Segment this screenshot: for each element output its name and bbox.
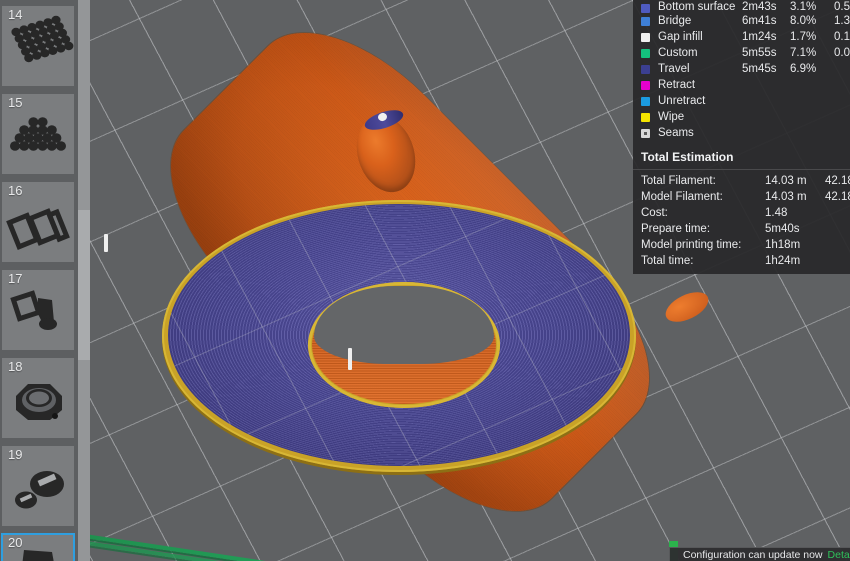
legend-feature-name: Custom bbox=[658, 47, 698, 59]
estimation-value-primary: 5m40s bbox=[765, 223, 800, 235]
estimation-label: Cost: bbox=[641, 207, 668, 219]
legend-feature-name: Unretract bbox=[658, 95, 706, 107]
legend-feature-percent: 3.1% bbox=[790, 1, 817, 13]
configuration-update-toast[interactable]: Configuration can update now Deta bbox=[669, 547, 850, 561]
legend-color-swatch bbox=[641, 32, 650, 42]
model-side-nub bbox=[661, 286, 713, 328]
legend-color-swatch bbox=[641, 64, 650, 74]
legend-color-swatch bbox=[641, 16, 650, 26]
seam-marker-left bbox=[104, 234, 108, 252]
thumbnail-item-18[interactable]: 18 bbox=[2, 358, 74, 438]
print-statistics-panel: Bottom surface 2m43s 3.1% 0.5 Bridge 6m41s 8.0… bbox=[633, 0, 850, 274]
thumbnail-number: 18 bbox=[8, 359, 23, 374]
thumbnail-item-16[interactable]: 16 bbox=[2, 182, 74, 262]
legend-color-swatch bbox=[641, 48, 650, 58]
estimation-row: Model Filament: 14.03 m 42.18 g bbox=[633, 189, 850, 205]
estimation-label: Model printing time: bbox=[641, 239, 742, 251]
sidebar-scrollbar-track[interactable] bbox=[78, 0, 90, 561]
legend-color-swatch bbox=[641, 4, 650, 13]
thumbnail-item-17[interactable]: 17 bbox=[2, 270, 74, 350]
legend-row[interactable]: Custom 5m55s 7.1% 0.02 bbox=[633, 45, 850, 61]
thumbnail-number: 14 bbox=[8, 7, 23, 22]
legend-feature-name: Retract bbox=[658, 79, 696, 91]
estimation-value-secondary: 42.18 g bbox=[825, 191, 850, 203]
estimation-value-primary: 1h24m bbox=[765, 255, 801, 267]
thumbnail-item-15[interactable]: 15 bbox=[2, 94, 74, 174]
legend-feature-extra: 0.17 bbox=[834, 31, 850, 43]
estimation-row: Model printing time: 1h18m bbox=[633, 237, 850, 253]
legend-row[interactable]: Gap infill 1m24s 1.7% 0.17 bbox=[633, 29, 850, 45]
center-hole-step bbox=[374, 346, 436, 362]
legend-feature-time: 5m45s bbox=[742, 63, 777, 75]
sidebar-scrollbar-thumb[interactable] bbox=[78, 210, 90, 360]
legend-color-swatch bbox=[641, 128, 650, 138]
legend-feature-percent: 1.7% bbox=[790, 31, 817, 43]
estimation-label: Prepare time: bbox=[641, 223, 711, 235]
legend-feature-time: 5m55s bbox=[742, 47, 777, 59]
estimation-row: Cost: 1.48 bbox=[633, 205, 850, 221]
legend-feature-percent: 6.9% bbox=[790, 63, 817, 75]
seam-marker-center bbox=[348, 348, 352, 370]
legend-feature-time: 1m24s bbox=[742, 31, 777, 43]
legend-feature-time: 2m43s bbox=[742, 1, 777, 13]
thumbnail-number: 19 bbox=[8, 447, 23, 462]
legend-row[interactable]: Unretract bbox=[633, 93, 850, 109]
feature-legend-list: Bottom surface 2m43s 3.1% 0.5 Bridge 6m41s 8.0… bbox=[633, 0, 850, 145]
legend-color-swatch bbox=[641, 96, 650, 106]
toast-details-link[interactable]: Deta bbox=[828, 549, 850, 561]
legend-feature-name: Wipe bbox=[658, 111, 685, 123]
estimation-value-primary: 14.03 m bbox=[765, 191, 807, 203]
slicer-preview-window: 14 15 16 17 18 19 20 Bottom surface 2m43… bbox=[0, 0, 850, 561]
legend-feature-time: 6m41s bbox=[742, 15, 777, 27]
estimation-value-secondary: 42.18 g bbox=[825, 175, 850, 187]
estimation-row: Total time: 1h24m bbox=[633, 253, 850, 269]
estimation-label: Model Filament: bbox=[641, 191, 723, 203]
thumbnail-item-14[interactable]: 14 bbox=[2, 6, 74, 86]
legend-row[interactable]: Seams bbox=[633, 125, 850, 141]
thumbnail-item-19[interactable]: 19 bbox=[2, 446, 74, 526]
legend-row[interactable]: Bottom surface 2m43s 3.1% 0.5 bbox=[633, 0, 850, 13]
estimation-value-primary: 1h18m bbox=[765, 239, 801, 251]
legend-color-swatch bbox=[641, 80, 650, 90]
legend-feature-percent: 7.1% bbox=[790, 47, 817, 59]
legend-feature-name: Seams bbox=[658, 127, 694, 139]
legend-feature-extra: 1.34 bbox=[834, 15, 850, 27]
legend-feature-name: Bridge bbox=[658, 15, 692, 27]
estimation-label: Total time: bbox=[641, 255, 694, 267]
legend-feature-name: Bottom surface bbox=[658, 1, 736, 13]
legend-row[interactable]: Retract bbox=[633, 77, 850, 93]
legend-row[interactable]: Wipe bbox=[633, 109, 850, 125]
thumbnail-number: 20 bbox=[8, 535, 23, 550]
thumbnail-number: 17 bbox=[8, 271, 23, 286]
toast-message: Configuration can update now bbox=[683, 548, 823, 561]
legend-feature-extra: 0.5 bbox=[834, 1, 850, 13]
estimation-row: Prepare time: 5m40s bbox=[633, 221, 850, 237]
object-thumbnail-sidebar[interactable]: 14 15 16 17 18 19 20 bbox=[0, 0, 78, 561]
legend-row[interactable]: Bridge 6m41s 8.0% 1.34 bbox=[633, 13, 850, 29]
legend-feature-percent: 8.0% bbox=[790, 15, 817, 27]
legend-feature-name: Travel bbox=[658, 63, 690, 75]
total-estimation-title: Total Estimation bbox=[633, 145, 850, 170]
legend-row[interactable]: Travel 5m45s 6.9% bbox=[633, 61, 850, 77]
legend-color-swatch bbox=[641, 112, 650, 122]
legend-feature-name: Gap infill bbox=[658, 31, 703, 43]
estimation-value-primary: 1.48 bbox=[765, 207, 788, 219]
thumbnail-number: 16 bbox=[8, 183, 23, 198]
legend-feature-extra: 0.02 bbox=[834, 47, 850, 59]
thumbnail-number: 15 bbox=[8, 95, 23, 110]
thumbnail-item-20[interactable]: 20 bbox=[1, 533, 75, 561]
estimation-value-primary: 14.03 m bbox=[765, 175, 807, 187]
total-estimation-list: Total Filament:14.03 m42.18 gModel Filam… bbox=[633, 170, 850, 274]
estimation-row: Total Filament: 14.03 m 42.18 g bbox=[633, 173, 850, 189]
estimation-label: Total Filament: bbox=[641, 175, 716, 187]
